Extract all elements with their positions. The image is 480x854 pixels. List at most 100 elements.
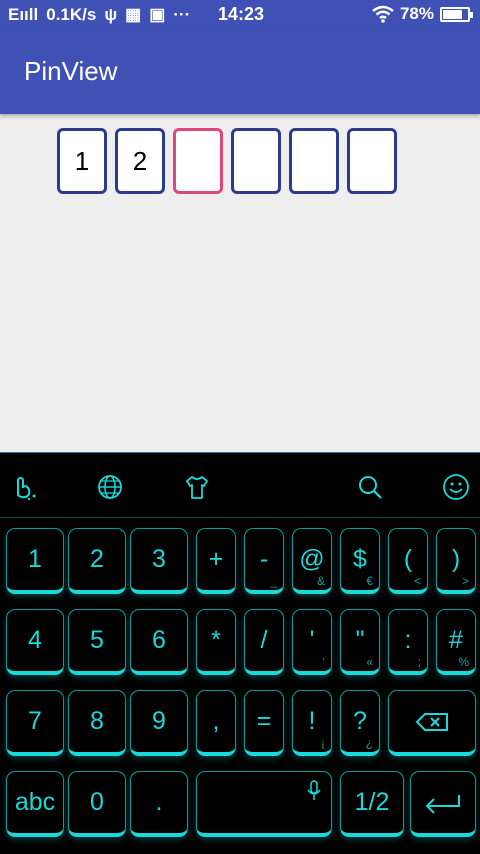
key-1-7-secondary: ; bbox=[417, 655, 421, 669]
key-2-1[interactable]: 8 bbox=[68, 690, 126, 756]
swipe-hand-icon[interactable] bbox=[10, 473, 38, 501]
network-speed: 0.1K/s bbox=[46, 5, 97, 24]
key-2-4[interactable]: = bbox=[244, 690, 284, 756]
globe-icon[interactable] bbox=[96, 473, 124, 501]
abc-key[interactable]: abc bbox=[6, 771, 64, 837]
key-0-8-secondary: > bbox=[461, 574, 469, 588]
key-0-7-secondary: < bbox=[413, 574, 421, 588]
key-0-5[interactable]: @ & bbox=[292, 528, 332, 594]
half-toggle-key[interactable]: 1/2 bbox=[340, 771, 404, 837]
key-0-0-label: 1 bbox=[28, 545, 42, 573]
key-0-3[interactable]: + bbox=[196, 528, 236, 594]
key-0-5-secondary: & bbox=[316, 574, 325, 588]
status-bar: Eııll 0.1K/s ψ ▦ ▣ ··· 14:23 78% bbox=[0, 0, 480, 30]
battery-icon bbox=[440, 6, 473, 22]
key-0-0[interactable]: 1 bbox=[6, 528, 64, 594]
key-2-6-label: ? bbox=[353, 707, 367, 735]
key-0-3-label: + bbox=[208, 545, 224, 573]
wifi-icon bbox=[372, 5, 394, 23]
key-2-5[interactable]: ! ¡ bbox=[292, 690, 332, 756]
key-0-1-label: 2 bbox=[90, 545, 104, 573]
key-1-2[interactable]: 6 bbox=[130, 609, 188, 675]
key-2-5-label: ! bbox=[308, 707, 316, 735]
key-1-7-label: : bbox=[404, 626, 412, 654]
pin-box-3[interactable] bbox=[173, 128, 223, 194]
key-2-3-label: , bbox=[212, 707, 220, 735]
key-1-6-secondary: « bbox=[366, 655, 373, 669]
key-1-8-label: # bbox=[449, 626, 463, 654]
app-notification-icon: ▣ bbox=[149, 5, 166, 24]
key-1-4[interactable]: / bbox=[244, 609, 284, 675]
key-1-7[interactable]: :; bbox=[388, 609, 428, 675]
key-2-6[interactable]: ? ¿ bbox=[340, 690, 380, 756]
key-1-5[interactable]: ' ‘ bbox=[292, 609, 332, 675]
key-0-2[interactable]: 3 bbox=[130, 528, 188, 594]
key-0-6[interactable]: $ € bbox=[340, 528, 380, 594]
pin-box-5[interactable] bbox=[289, 128, 339, 194]
period-key[interactable]: . bbox=[130, 771, 188, 837]
key-0-2-label: 3 bbox=[152, 545, 166, 573]
key-0-4[interactable]: - _ bbox=[244, 528, 284, 594]
key-0-6-label: $ bbox=[353, 545, 367, 573]
key-1-1-label: 5 bbox=[90, 626, 104, 654]
clock: 14:23 bbox=[218, 4, 265, 24]
space-key[interactable] bbox=[196, 771, 332, 837]
key-2-4-label: = bbox=[256, 707, 272, 735]
pin-box-2[interactable]: 2 bbox=[115, 128, 165, 194]
backspace-key[interactable] bbox=[388, 690, 476, 756]
key-1-2-label: 6 bbox=[152, 626, 166, 654]
key-1-5-secondary: ‘ bbox=[322, 655, 325, 669]
key-2-6-secondary: ¿ bbox=[365, 736, 373, 750]
pin-box-4[interactable] bbox=[231, 128, 281, 194]
usb-icon: ψ bbox=[104, 5, 118, 24]
microphone-icon bbox=[307, 780, 321, 800]
key-1-1[interactable]: 5 bbox=[68, 609, 126, 675]
key-0-8[interactable]: ) > bbox=[436, 528, 476, 594]
backspace-icon bbox=[415, 712, 448, 731]
key-2-2-label: 9 bbox=[152, 707, 166, 735]
app-title: PinView bbox=[24, 56, 118, 86]
key-0-4-label: - bbox=[259, 545, 269, 573]
battery-percent: 78% bbox=[399, 4, 434, 23]
signal-strength: Eııll bbox=[8, 5, 39, 24]
key-2-0[interactable]: 7 bbox=[6, 690, 64, 756]
key-0-6-secondary: € bbox=[366, 574, 373, 588]
soft-keyboard: 1 2 3 + - _ @ & $ €(<) >4 5 6 * / ' ‘" «:; #% 7 8 9, =! ¡? ¿ abc 0… bbox=[0, 452, 480, 854]
app-bar: PinView bbox=[0, 30, 480, 114]
half-toggle-key-label: 1/2 bbox=[354, 788, 390, 816]
more-notifications-icon: ··· bbox=[173, 5, 191, 24]
key-1-0[interactable]: 4 bbox=[6, 609, 64, 675]
key-2-5-secondary: ¡ bbox=[321, 736, 325, 750]
emoji-icon[interactable] bbox=[442, 473, 470, 501]
theme-shirt-icon[interactable] bbox=[183, 473, 211, 501]
battery-fill bbox=[443, 9, 462, 19]
key-0-7[interactable]: (< bbox=[388, 528, 428, 594]
enter-key[interactable] bbox=[410, 771, 476, 837]
key-2-3[interactable]: , bbox=[196, 690, 236, 756]
key-1-0-label: 4 bbox=[28, 626, 42, 654]
key-0-7-label: ( bbox=[403, 545, 413, 573]
keyboard-toolbar bbox=[0, 452, 480, 518]
key-2-2[interactable]: 9 bbox=[130, 690, 188, 756]
keyboard-notification-icon: ▦ bbox=[125, 5, 142, 24]
key-1-3-label: * bbox=[211, 626, 221, 654]
key-2-0-label: 7 bbox=[28, 707, 42, 735]
key-0-5-label: @ bbox=[299, 545, 325, 573]
key-1-6[interactable]: " « bbox=[340, 609, 380, 675]
key-1-8[interactable]: #% bbox=[436, 609, 476, 675]
key-0-1[interactable]: 2 bbox=[68, 528, 126, 594]
pin-box-6[interactable] bbox=[347, 128, 397, 194]
key-1-4-label: / bbox=[260, 626, 268, 654]
abc-key-label: abc bbox=[14, 788, 56, 816]
key-1-6-label: " bbox=[355, 626, 365, 654]
key-0-4-secondary: _ bbox=[270, 574, 277, 588]
zero-key[interactable]: 0 bbox=[68, 771, 126, 837]
enter-icon bbox=[425, 794, 460, 814]
search-icon[interactable] bbox=[356, 473, 384, 501]
period-key-label: . bbox=[155, 788, 163, 816]
key-1-3[interactable]: * bbox=[196, 609, 236, 675]
key-2-1-label: 8 bbox=[90, 707, 104, 735]
key-0-8-label: ) bbox=[451, 545, 461, 573]
pin-box-1[interactable]: 1 bbox=[57, 128, 107, 194]
pin-view: 12 bbox=[57, 128, 397, 194]
